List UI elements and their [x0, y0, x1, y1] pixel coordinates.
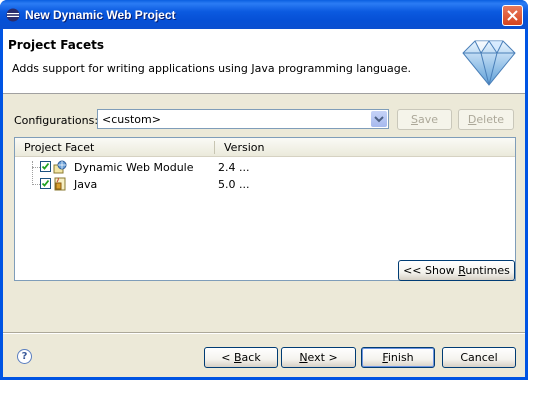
- checkmark-icon: [41, 179, 50, 187]
- footer-separator: [3, 332, 525, 334]
- save-button[interactable]: Save: [397, 109, 452, 130]
- configurations-dropdown[interactable]: <custom>: [97, 109, 389, 129]
- table-row[interactable]: Java 5.0 ...: [15, 176, 515, 193]
- checkmark-icon: [41, 162, 50, 170]
- dropdown-arrow[interactable]: [371, 111, 387, 127]
- configurations-label: Configurations:: [14, 114, 99, 127]
- facet-checkbox[interactable]: [40, 161, 51, 172]
- finish-button[interactable]: Finish: [361, 347, 435, 368]
- page-description: Adds support for writing applications us…: [12, 62, 412, 75]
- eclipse-icon: [6, 8, 20, 22]
- facet-name: Java: [74, 178, 98, 191]
- wizard-banner: Project Facets Adds support for writing …: [3, 29, 525, 94]
- column-header-facet[interactable]: Project Facet: [24, 141, 94, 154]
- close-icon: [507, 10, 518, 21]
- diamond-icon: [462, 40, 516, 86]
- chevron-down-icon: [374, 116, 384, 123]
- column-header-version[interactable]: Version: [224, 141, 264, 154]
- table-row[interactable]: Dynamic Web Module 2.4 ...: [15, 159, 515, 176]
- facet-version[interactable]: 2.4 ...: [218, 161, 249, 174]
- facet-checkbox[interactable]: [40, 178, 51, 189]
- help-icon[interactable]: ?: [17, 349, 32, 364]
- web-module-icon: [53, 160, 67, 174]
- next-button[interactable]: Next >: [281, 347, 356, 368]
- configurations-selected: <custom>: [102, 113, 161, 126]
- title-bar[interactable]: New Dynamic Web Project: [0, 0, 528, 29]
- cancel-button[interactable]: Cancel: [442, 347, 516, 368]
- dialog-window: New Dynamic Web Project Project Facets A…: [0, 0, 528, 380]
- facet-name: Dynamic Web Module: [74, 161, 194, 174]
- close-button[interactable]: [502, 5, 523, 26]
- back-button[interactable]: < Back: [204, 347, 278, 368]
- table-header: Project Facet Version: [15, 138, 515, 157]
- dialog-client-area: Project Facets Adds support for writing …: [3, 29, 525, 377]
- show-runtimes-button[interactable]: << Show Runtimes: [398, 260, 515, 281]
- window-title: New Dynamic Web Project: [25, 8, 176, 22]
- java-facet-icon: [54, 177, 66, 191]
- delete-button[interactable]: Delete: [458, 109, 514, 130]
- facet-version[interactable]: 5.0 ...: [218, 178, 249, 191]
- page-title: Project Facets: [8, 38, 104, 52]
